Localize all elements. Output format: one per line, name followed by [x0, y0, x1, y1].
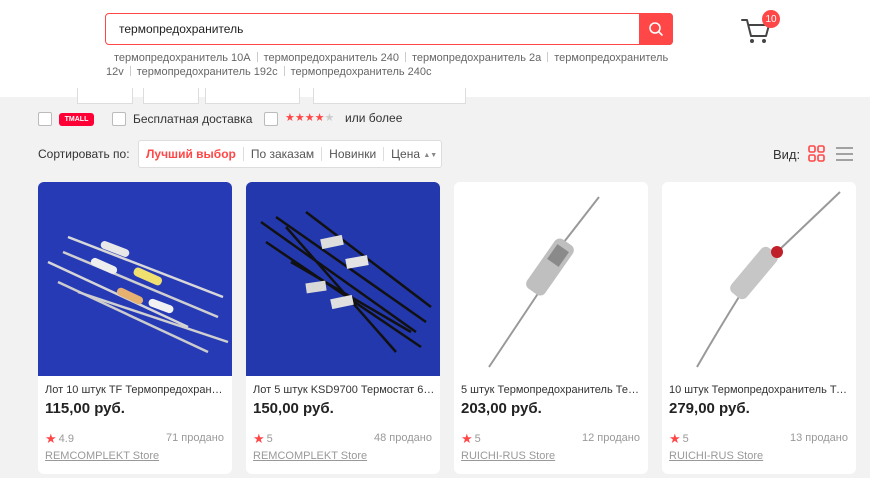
- sort-orders[interactable]: По заказам: [244, 147, 323, 161]
- star-icon: ★★★★: [285, 112, 325, 124]
- grid-view-icon[interactable]: [808, 145, 825, 162]
- cart-button[interactable]: 10: [740, 10, 780, 44]
- sort-label: Сортировать по:: [38, 147, 130, 161]
- sort-newest[interactable]: Новинки: [322, 147, 385, 161]
- suggestion-link[interactable]: термопредохранитель 10А: [114, 52, 251, 64]
- rating-value: 5: [266, 433, 273, 445]
- list-view-icon[interactable]: [836, 146, 853, 162]
- free-shipping-checkbox[interactable]: [112, 112, 126, 126]
- sort-best-match[interactable]: Лучший выбор: [139, 147, 244, 161]
- suggestion-link[interactable]: термопредохранитель 2а: [412, 52, 541, 64]
- product-image: [662, 182, 856, 376]
- product-price: 150,00 руб.: [253, 400, 334, 417]
- size-filter[interactable]: [205, 88, 300, 104]
- rating-filter-label: или более: [345, 111, 403, 125]
- product-image: [246, 182, 440, 376]
- product-image: [454, 182, 648, 376]
- product-title[interactable]: 10 штук Термопредохранитель Тепловой: [669, 384, 851, 396]
- product-title[interactable]: 5 штук Термопредохранитель Тепловой: [461, 384, 643, 396]
- search-input[interactable]: [107, 15, 637, 43]
- header: термопредохранитель 10А термопредохраните…: [0, 0, 870, 97]
- product-card[interactable]: Лот 5 штук KSD9700 Термостат 6 шт 150,00…: [246, 182, 440, 474]
- search-suggestions-line2: 12v термопредохранитель 192с термопредохра…: [106, 65, 432, 79]
- product-card[interactable]: Лот 10 штук TF Термопредохранитель 115,0…: [38, 182, 232, 474]
- rating-value: 4.9: [58, 433, 74, 445]
- store-link[interactable]: REMCOMPLEKT Store: [45, 450, 159, 462]
- product-sold-count: 13 продано: [790, 432, 848, 444]
- product-image: [38, 182, 232, 376]
- free-shipping-label: Бесплатная доставка: [133, 112, 253, 126]
- sort-price[interactable]: Цена ▲▼: [384, 147, 438, 161]
- cart-count-badge: 10: [762, 10, 780, 28]
- search-box: [105, 13, 673, 45]
- product-sold-count: 48 продано: [374, 432, 432, 444]
- product-rating: ★ 4.9: [45, 431, 74, 447]
- product-card[interactable]: 5 штук Термопредохранитель Тепловой 203,…: [454, 182, 648, 474]
- suggestion-link[interactable]: термопредохранитель 192с: [137, 66, 278, 78]
- product-sold-count: 12 продано: [582, 432, 640, 444]
- product-rating: ★ 5: [669, 431, 689, 447]
- sort-price-label: Цена: [391, 147, 421, 161]
- star-icon: ★: [461, 431, 473, 446]
- suggestion-link[interactable]: термопредохранитель 240с: [291, 66, 432, 78]
- star-icon: ★: [253, 431, 265, 446]
- rating-value: 5: [474, 433, 481, 445]
- product-price: 279,00 руб.: [669, 400, 750, 417]
- suggestion-link[interactable]: 12v: [106, 66, 124, 78]
- product-title[interactable]: Лот 10 штук TF Термопредохранитель: [45, 384, 227, 396]
- product-rating: ★ 5: [461, 431, 481, 447]
- suggestion-link[interactable]: термопредохранитель 240: [264, 52, 399, 64]
- rating-checkbox[interactable]: [264, 112, 278, 126]
- sort-arrows-icon: ▲▼: [423, 152, 438, 159]
- product-card[interactable]: 10 штук Термопредохранитель Тепловой 279…: [662, 182, 856, 474]
- sort-options: Лучший выбор По заказам Новинки Цена ▲▼: [138, 140, 442, 168]
- view-label: Вид:: [773, 147, 801, 162]
- store-link[interactable]: RUICHI-RUS Store: [461, 450, 555, 462]
- product-rating: ★ 5: [253, 431, 273, 447]
- product-price: 203,00 руб.: [461, 400, 542, 417]
- store-link[interactable]: RUICHI-RUS Store: [669, 450, 763, 462]
- search-icon: [649, 22, 663, 36]
- star-icon: ★: [45, 431, 57, 446]
- product-title[interactable]: Лот 5 штук KSD9700 Термостат 6 шт: [253, 384, 435, 396]
- star-off-icon: ★: [324, 112, 335, 124]
- tmall-logo: TMALL: [59, 113, 94, 126]
- star-icon: ★: [669, 431, 681, 446]
- tmall-checkbox[interactable]: [38, 112, 52, 126]
- suggestion-link[interactable]: термопредохранитель: [554, 52, 668, 64]
- product-price: 115,00 руб.: [45, 400, 125, 417]
- min-price-input[interactable]: [77, 88, 133, 104]
- product-sold-count: 71 продано: [166, 432, 224, 444]
- rating-filter-stars: ★★★★★: [285, 111, 334, 124]
- ship-from-select[interactable]: [313, 88, 466, 104]
- search-suggestions-line1: термопредохранитель 10А термопредохраните…: [114, 51, 668, 65]
- search-button[interactable]: [639, 13, 673, 45]
- rating-value: 5: [682, 433, 689, 445]
- max-price-input[interactable]: [143, 88, 199, 104]
- store-link[interactable]: REMCOMPLEKT Store: [253, 450, 367, 462]
